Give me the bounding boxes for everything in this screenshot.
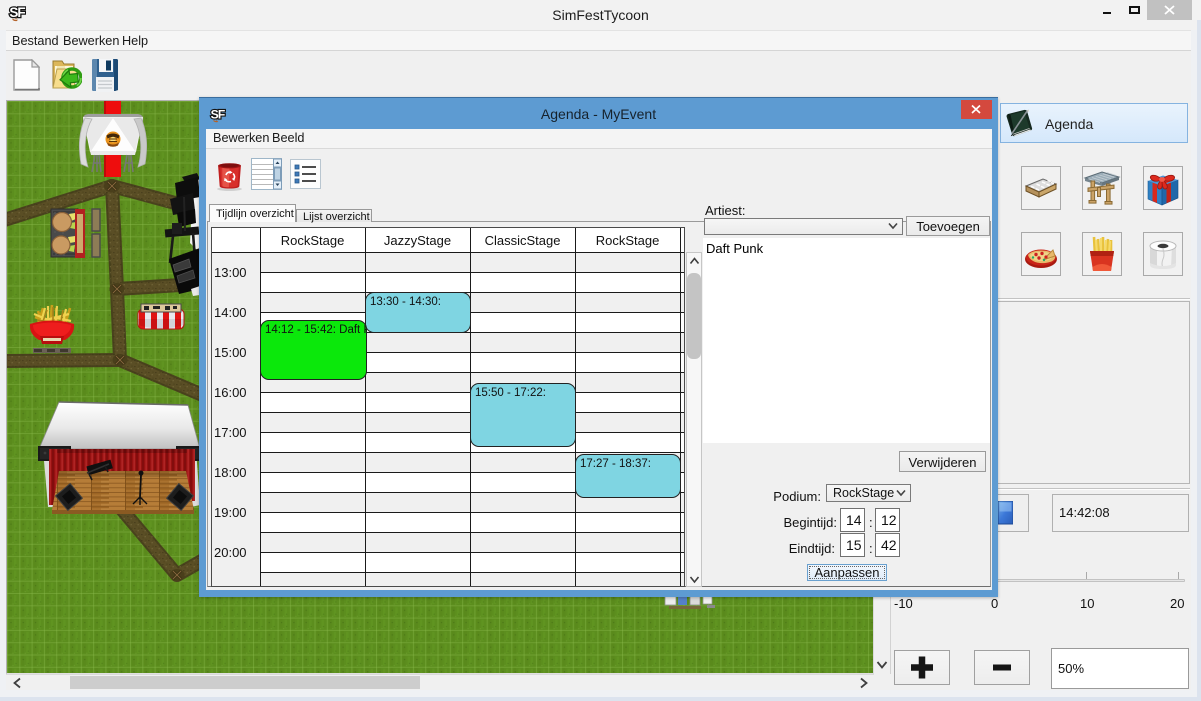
svg-text:SF: SF [9, 5, 25, 20]
svg-text:SF: SF [211, 108, 225, 122]
